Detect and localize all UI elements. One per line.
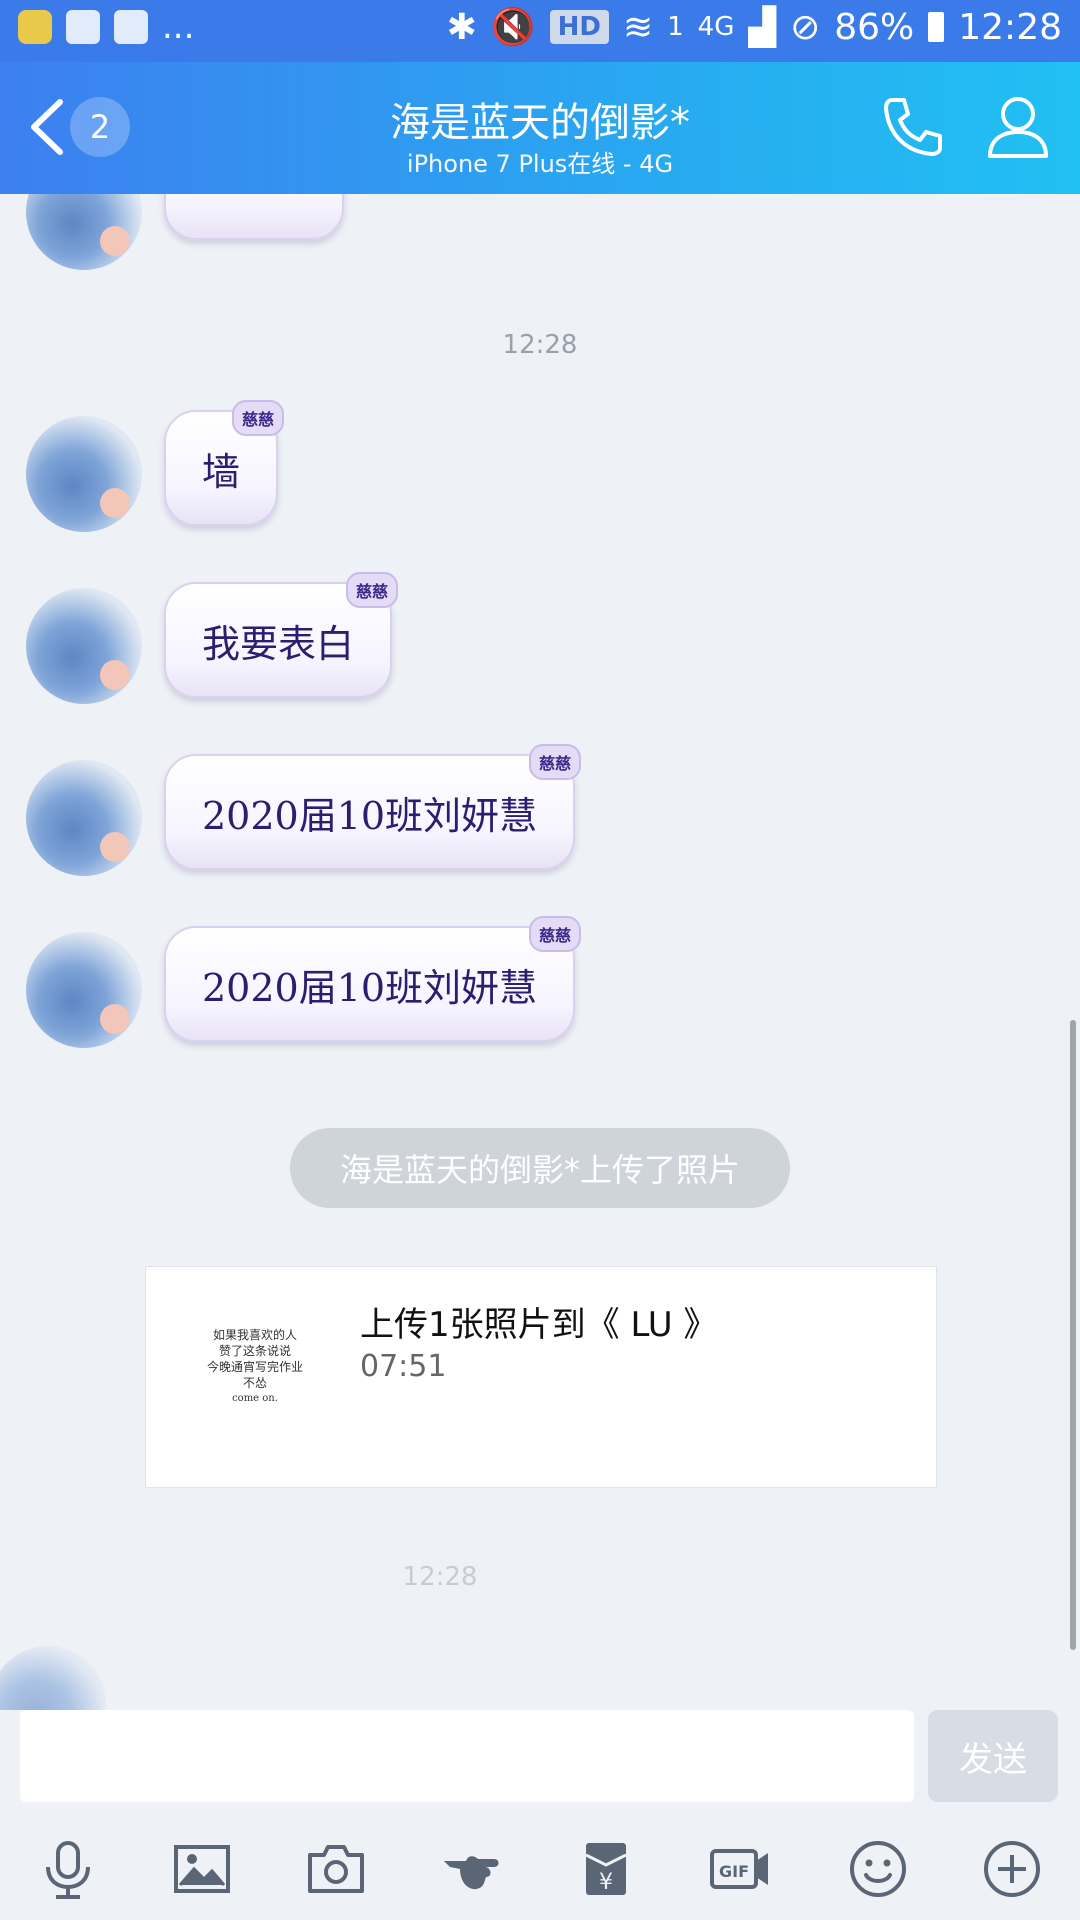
message-text: 2020届10班刘妍慧	[202, 793, 538, 838]
message-bubble[interactable]: 墙 慈慈	[164, 400, 285, 526]
sim-indicator: 1	[667, 12, 684, 42]
poke-button[interactable]	[430, 1834, 510, 1904]
message-text: 墙	[202, 449, 241, 494]
gif-icon: GIF	[710, 1849, 768, 1889]
user-icon	[988, 97, 1048, 158]
photo-card-title: 上传1张照片到《 LU 》	[360, 1305, 718, 1345]
do-not-disturb-icon: ⊘	[790, 6, 821, 48]
red-packet-button[interactable]: ¥	[566, 1834, 646, 1904]
timestamp-faded: 12:28	[402, 1562, 478, 1592]
sender-avatar[interactable]	[26, 932, 142, 1048]
sender-avatar[interactable]	[26, 588, 142, 704]
bluetooth-icon: ✱	[446, 6, 477, 48]
photo-upload-card[interactable]: 如果我喜欢的人 赞了这条说说 今晚通宵写完作业 不怂 come on. 上传1张…	[145, 1266, 937, 1488]
emoji-button[interactable]	[838, 1834, 918, 1904]
more-button[interactable]	[972, 1834, 1052, 1904]
battery-icon	[928, 12, 945, 42]
storage-notification-icon	[114, 10, 148, 44]
sender-avatar-faded[interactable]	[0, 1646, 106, 1710]
more-notifications: ...	[162, 7, 195, 47]
camera-icon	[308, 1845, 364, 1893]
scrollbar[interactable]	[1070, 1020, 1076, 1650]
poke-icon	[444, 1856, 499, 1890]
clock: 12:28	[958, 6, 1062, 48]
network-type: 4G	[697, 12, 735, 42]
sender-avatar[interactable]	[26, 760, 142, 876]
system-notice: 海是蓝天的倒影*上传了照片	[290, 1128, 790, 1208]
gif-button[interactable]: GIF	[700, 1834, 780, 1904]
message-bubble[interactable]: 我要表白 慈慈	[164, 572, 399, 698]
voice-button[interactable]	[28, 1834, 108, 1904]
message-bubble[interactable]: 2020届10班刘妍慧 慈慈	[164, 744, 582, 870]
photo-thumbnail[interactable]: 如果我喜欢的人 赞了这条说说 今晚通宵写完作业 不怂 come on.	[190, 1327, 320, 1427]
signal-icon: ▟	[748, 6, 777, 48]
svg-text:¥: ¥	[599, 1870, 613, 1895]
bubble-tag: 慈慈	[529, 744, 582, 780]
hd-icon: HD	[549, 10, 609, 44]
message-text: 我要表白	[202, 621, 355, 666]
battery-percent: 86%	[834, 6, 915, 48]
chat-messages[interactable]: 12:28 墙 慈慈 我要表白 慈慈 2020届10班刘妍慧 慈慈 2020届1…	[0, 194, 1080, 1710]
message-bubble[interactable]: 2020届10班刘妍慧 慈慈	[164, 916, 582, 1042]
system-icons: ✱ 🔇 HD ≋ 1 4G ▟ ⊘ 86% 12:28	[446, 6, 1062, 49]
send-button[interactable]: 发送	[928, 1710, 1058, 1802]
phone-icon	[884, 98, 942, 156]
camera-button[interactable]	[296, 1834, 376, 1904]
red-packet-icon: ¥	[585, 1843, 627, 1895]
chat-header: 2 海是蓝天的倒影* iPhone 7 Plus在线 - 4G	[0, 62, 1080, 194]
profile-button[interactable]	[986, 92, 1056, 166]
sender-avatar[interactable]	[26, 416, 142, 532]
notification-icons: ...	[18, 10, 194, 44]
input-toolbar: ¥ GIF	[0, 1806, 1080, 1920]
photo-card-time: 07:51	[360, 1349, 447, 1384]
wifi-icon: ≋	[622, 6, 654, 48]
message-text: 2020届10班刘妍慧	[202, 965, 538, 1010]
image-icon	[174, 1845, 230, 1893]
plus-icon	[984, 1841, 1040, 1897]
gallery-notification-icon	[66, 10, 100, 44]
star-app-icon	[18, 10, 52, 44]
image-button[interactable]	[162, 1834, 242, 1904]
sender-avatar[interactable]	[26, 194, 142, 270]
message-input[interactable]	[20, 1710, 914, 1802]
emoji-icon	[850, 1841, 906, 1897]
message-bubble-partial[interactable]	[164, 194, 344, 240]
timestamp: 12:28	[502, 330, 578, 360]
call-button[interactable]	[878, 92, 958, 166]
mute-icon: 🔇	[490, 7, 536, 48]
status-bar: ... ✱ 🔇 HD ≋ 1 4G ▟ ⊘ 86% 12:28	[0, 0, 1080, 62]
bubble-tag: 慈慈	[529, 916, 582, 952]
svg-text:GIF: GIF	[719, 1862, 749, 1881]
bubble-tag: 慈慈	[232, 400, 285, 436]
microphone-icon	[46, 1841, 90, 1899]
input-bar: 发送	[0, 1710, 1080, 1806]
bubble-tag: 慈慈	[346, 572, 399, 608]
